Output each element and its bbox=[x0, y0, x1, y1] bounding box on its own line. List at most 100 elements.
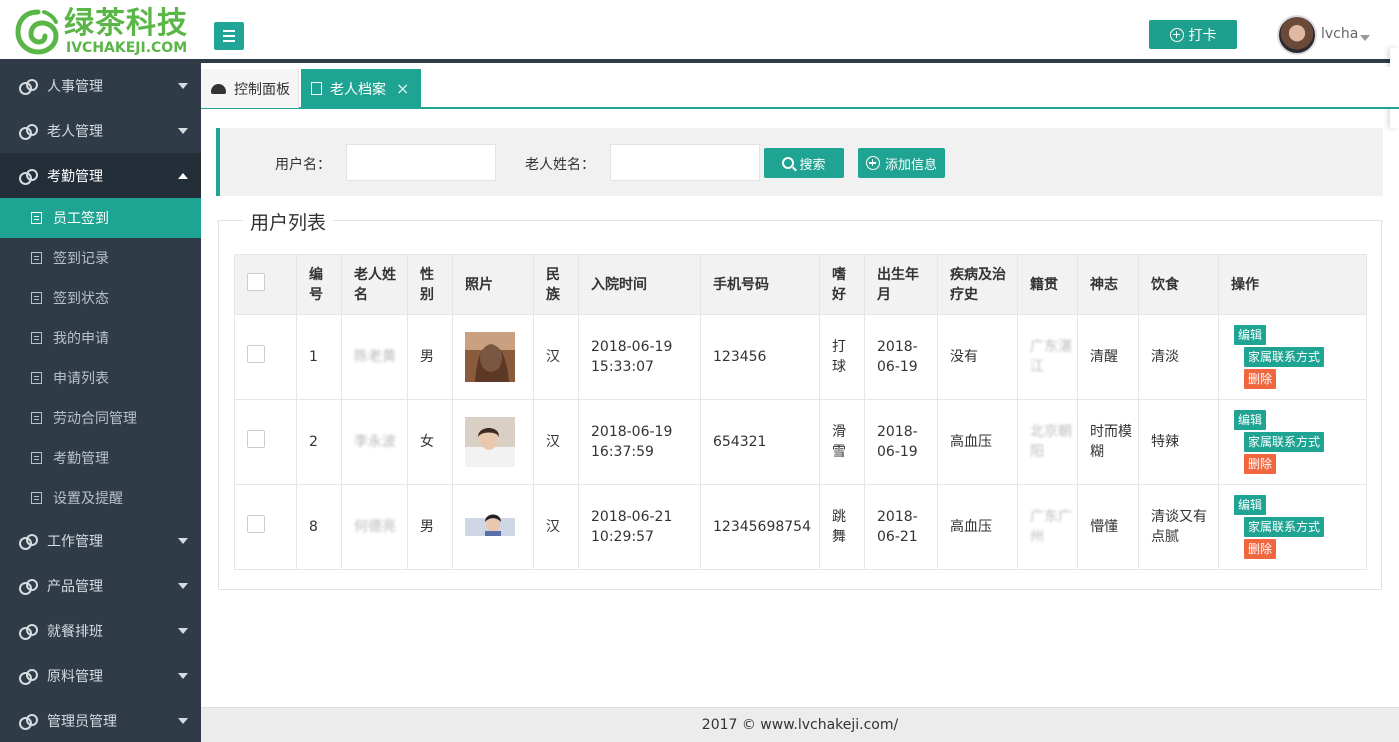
chevron-down-icon bbox=[178, 583, 188, 589]
sidebar-group-products[interactable]: 产品管理 bbox=[0, 563, 201, 608]
mind-cell: 懵懂 bbox=[1077, 484, 1139, 570]
column-header[interactable]: 嗜好 bbox=[819, 254, 865, 315]
sidebar-item-application-list[interactable]: 申请列表 bbox=[0, 358, 201, 398]
column-header[interactable]: 操作 bbox=[1218, 254, 1367, 315]
diet-cell: 特辣 bbox=[1138, 399, 1219, 485]
column-header[interactable]: 入院时间 bbox=[578, 254, 701, 315]
phone-cell: 123456 bbox=[700, 314, 820, 400]
group-icon bbox=[19, 578, 38, 595]
sidebar-group-label: 考勤管理 bbox=[47, 168, 103, 185]
sidebar-item-my-applications[interactable]: 我的申请 bbox=[0, 318, 201, 358]
sidebar-item-labor-contracts[interactable]: 劳动合同管理 bbox=[0, 398, 201, 438]
username-label: 用户名： bbox=[275, 157, 331, 173]
sidebar-item-label: 我的申请 bbox=[53, 331, 109, 347]
username[interactable]: lvcha bbox=[1321, 26, 1358, 42]
sidebar-group-attendance[interactable]: 考勤管理 bbox=[0, 153, 201, 198]
ethnic-cell: 汉 bbox=[533, 314, 579, 400]
disease-cell: 没有 bbox=[937, 314, 1018, 400]
sidebar-item-staff-checkin[interactable]: 员工签到 bbox=[0, 198, 201, 238]
document-icon bbox=[31, 452, 42, 464]
column-header[interactable]: 手机号码 bbox=[700, 254, 820, 315]
sidebar-group-label: 管理员管理 bbox=[47, 713, 117, 730]
add-info-button[interactable]: 添加信息 bbox=[858, 148, 945, 178]
delete-button[interactable]: 删除 bbox=[1244, 369, 1277, 389]
column-header[interactable]: 编号 bbox=[296, 254, 342, 315]
sidebar-group-meal-schedule[interactable]: 就餐排班 bbox=[0, 608, 201, 653]
column-header[interactable]: 民族 bbox=[533, 254, 579, 315]
search-button[interactable]: 搜索 bbox=[764, 148, 844, 178]
family-contact-button[interactable]: 家属联系方式 bbox=[1244, 347, 1325, 367]
admission-clock: 10:29:57 bbox=[591, 529, 654, 545]
edit-button[interactable]: 编辑 bbox=[1234, 410, 1267, 430]
elder-photo[interactable] bbox=[465, 502, 515, 552]
row-checkbox[interactable] bbox=[247, 345, 265, 363]
column-header[interactable]: 性别 bbox=[407, 254, 453, 315]
column-header[interactable]: 籍贯 bbox=[1017, 254, 1078, 315]
row-checkbox[interactable] bbox=[247, 515, 265, 533]
name-cell: 何德亮 bbox=[341, 484, 408, 570]
sidebar-group-materials[interactable]: 原料管理 bbox=[0, 653, 201, 698]
sidebar-group-admins[interactable]: 管理员管理 bbox=[0, 698, 201, 742]
column-header[interactable]: 出生年月 bbox=[864, 254, 938, 315]
group-icon bbox=[19, 623, 38, 640]
family-contact-button[interactable]: 家属联系方式 bbox=[1244, 517, 1325, 537]
sidebar-item-settings-reminders[interactable]: 设置及提醒 bbox=[0, 478, 201, 518]
top-header: 绿茶科技 IVCHAKEJI.COM 打卡 lvcha bbox=[0, 0, 1399, 63]
column-header[interactable]: 神志 bbox=[1077, 254, 1139, 315]
document-icon bbox=[311, 82, 322, 95]
elder-photo[interactable] bbox=[465, 417, 515, 467]
row-checkbox[interactable] bbox=[247, 430, 265, 448]
column-header[interactable]: 照片 bbox=[452, 254, 534, 315]
brand-name-en: IVCHAKEJI.COM bbox=[66, 40, 188, 56]
delete-button[interactable]: 删除 bbox=[1244, 454, 1277, 474]
sidebar-item-checkin-status[interactable]: 签到状态 bbox=[0, 278, 201, 318]
elder-photo[interactable] bbox=[465, 332, 515, 382]
avatar[interactable] bbox=[1277, 15, 1317, 55]
footer-text: 2017 © www.lvchakeji.com/ bbox=[701, 717, 899, 733]
row-select-cell bbox=[234, 399, 297, 485]
edit-button[interactable]: 编辑 bbox=[1234, 325, 1267, 345]
chevron-up-icon bbox=[178, 173, 188, 179]
sidebar-item-label: 签到记录 bbox=[53, 251, 109, 267]
family-contact-button[interactable]: 家属联系方式 bbox=[1244, 432, 1325, 452]
close-icon[interactable]: × bbox=[396, 79, 409, 98]
tab-elder-records[interactable]: 老人档案 × bbox=[301, 69, 421, 108]
sidebar-group-label: 人事管理 bbox=[47, 78, 103, 95]
brand-logo[interactable]: 绿茶科技 IVCHAKEJI.COM bbox=[12, 6, 202, 58]
sidebar-group-elders[interactable]: 老人管理 bbox=[0, 108, 201, 153]
tab-label: 老人档案 bbox=[330, 81, 386, 98]
tab-dashboard[interactable]: 控制面板 bbox=[201, 69, 299, 108]
sidebar-group-work[interactable]: 工作管理 bbox=[0, 518, 201, 563]
menu-toggle-button[interactable] bbox=[214, 22, 244, 50]
sidebar-item-label: 设置及提醒 bbox=[53, 491, 123, 507]
select-all-checkbox[interactable] bbox=[247, 272, 265, 291]
column-header[interactable]: 老人姓名 bbox=[341, 254, 408, 315]
hamburger-icon bbox=[223, 30, 235, 32]
edit-button[interactable]: 编辑 bbox=[1234, 495, 1267, 515]
sidebar-item-checkin-records[interactable]: 签到记录 bbox=[0, 238, 201, 278]
sidebar-item-attendance-management[interactable]: 考勤管理 bbox=[0, 438, 201, 478]
chevron-down-icon bbox=[178, 83, 188, 89]
punch-in-button[interactable]: 打卡 bbox=[1149, 20, 1237, 49]
delete-button[interactable]: 删除 bbox=[1244, 539, 1277, 559]
native-place-cell: 北京朝阳 bbox=[1017, 399, 1078, 485]
chevron-down-icon bbox=[178, 628, 188, 634]
dashboard-icon bbox=[211, 83, 226, 94]
search-panel: 用户名： 老人姓名： 搜索 添加信息 bbox=[216, 128, 1383, 196]
chevron-down-icon[interactable] bbox=[1360, 35, 1370, 41]
column-header[interactable]: 疾病及治疗史 bbox=[937, 254, 1018, 315]
column-header[interactable]: 饮食 bbox=[1138, 254, 1219, 315]
brand-name-cn: 绿茶科技 bbox=[64, 6, 188, 41]
photo-cell bbox=[452, 314, 534, 400]
search-button-label: 搜索 bbox=[799, 157, 826, 173]
sidebar-item-label: 员工签到 bbox=[53, 211, 109, 227]
username-input[interactable] bbox=[346, 144, 496, 181]
sidebar-group-hr[interactable]: 人事管理 bbox=[0, 63, 201, 108]
diet-cell: 清淡 bbox=[1138, 314, 1219, 400]
leaf-logo-icon bbox=[15, 9, 59, 55]
document-icon bbox=[31, 212, 42, 224]
actions-cell: 编辑 家属联系方式 删除 bbox=[1218, 484, 1367, 570]
elder-name-input[interactable] bbox=[610, 144, 760, 181]
hamburger-icon-line bbox=[223, 35, 235, 37]
search-icon bbox=[782, 157, 795, 169]
